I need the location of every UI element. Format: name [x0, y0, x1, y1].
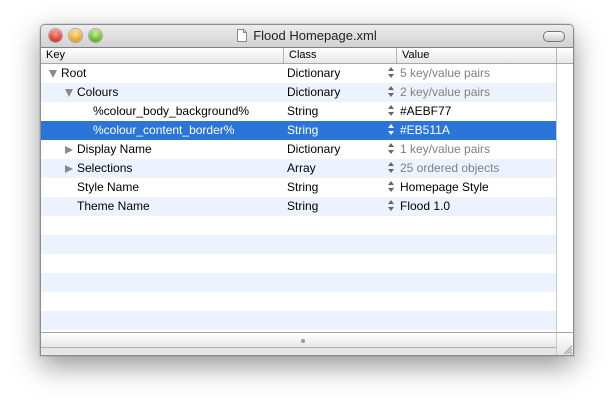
value-cell[interactable]: 1 key/value pairs	[400, 140, 552, 159]
value-cell[interactable]: 5 key/value pairs	[400, 64, 552, 83]
header-corner	[556, 48, 573, 64]
key-cell[interactable]: Colours	[41, 83, 281, 102]
empty-row	[41, 292, 556, 311]
empty-row	[41, 216, 556, 235]
disclosure-triangle-open-icon[interactable]	[65, 89, 73, 97]
class-stepper[interactable]	[387, 159, 395, 178]
table-row[interactable]: Colours Dictionary 2 key/value pairs	[41, 83, 556, 102]
empty-row	[41, 254, 556, 273]
empty-row	[41, 311, 556, 330]
vertical-scrollbar[interactable]	[556, 64, 573, 332]
up-down-arrows-icon	[387, 200, 395, 213]
empty-row	[41, 273, 556, 292]
plist-editor-window: Flood Homepage.xml Key Class Value Root D…	[40, 24, 574, 356]
key-label: Display Name	[77, 142, 152, 156]
class-stepper[interactable]	[387, 140, 395, 159]
class-cell[interactable]: Array	[287, 159, 383, 178]
disclosure-triangle-closed-icon[interactable]	[65, 146, 73, 154]
class-cell[interactable]: String	[287, 121, 383, 140]
class-stepper[interactable]	[387, 197, 395, 216]
key-cell[interactable]: Display Name	[41, 140, 281, 159]
key-cell[interactable]: %colour_content_border%	[41, 121, 281, 140]
column-header-value[interactable]: Value	[396, 48, 562, 63]
key-label: %colour_body_background%	[93, 104, 250, 118]
key-cell[interactable]: Style Name	[41, 178, 281, 197]
class-cell[interactable]: Dictionary	[287, 140, 383, 159]
value-cell[interactable]: #EB511A	[400, 121, 552, 140]
class-stepper[interactable]	[387, 83, 395, 102]
window-title: Flood Homepage.xml	[41, 25, 573, 47]
table-row[interactable]: Theme Name String Flood 1.0	[41, 197, 556, 216]
toolbar-toggle-button[interactable]	[543, 31, 565, 42]
horizontal-scrollbar[interactable]	[41, 332, 556, 348]
table-row[interactable]: Selections Array 25 ordered objects	[41, 159, 556, 178]
table-row[interactable]: Root Dictionary 5 key/value pairs	[41, 64, 556, 83]
up-down-arrows-icon	[387, 86, 395, 99]
key-label: %colour_content_border%	[93, 123, 235, 137]
table-row[interactable]: Style Name String Homepage Style	[41, 178, 556, 197]
class-cell[interactable]: Dictionary	[287, 64, 383, 83]
up-down-arrows-icon	[387, 181, 395, 194]
column-header-class[interactable]: Class	[283, 48, 399, 63]
document-icon	[237, 29, 248, 42]
table-row[interactable]: Display Name Dictionary 1 key/value pairs	[41, 140, 556, 159]
class-cell[interactable]: String	[287, 178, 383, 197]
value-cell[interactable]: 2 key/value pairs	[400, 83, 552, 102]
value-cell[interactable]: #AEBF77	[400, 102, 552, 121]
up-down-arrows-icon	[387, 124, 395, 137]
title-bar[interactable]: Flood Homepage.xml	[41, 25, 573, 48]
empty-row	[41, 235, 556, 254]
key-cell[interactable]: Selections	[41, 159, 281, 178]
up-down-arrows-icon	[387, 143, 395, 156]
class-cell[interactable]: String	[287, 197, 383, 216]
class-stepper[interactable]	[387, 178, 395, 197]
up-down-arrows-icon	[387, 162, 395, 175]
column-header-key[interactable]: Key	[41, 48, 284, 63]
value-cell[interactable]: 25 ordered objects	[400, 159, 552, 178]
class-cell[interactable]: Dictionary	[287, 83, 383, 102]
class-stepper[interactable]	[387, 64, 395, 83]
disclosure-triangle-open-icon[interactable]	[49, 70, 57, 78]
outline-view: Root Dictionary 5 key/value pairs Colours Di…	[41, 64, 556, 332]
key-cell[interactable]: Root	[41, 64, 281, 83]
key-label: Theme Name	[77, 199, 150, 213]
disclosure-triangle-closed-icon[interactable]	[65, 165, 73, 173]
key-label: Style Name	[77, 180, 140, 194]
class-cell[interactable]: String	[287, 102, 383, 121]
key-cell[interactable]: Theme Name	[41, 197, 281, 216]
window-bottom-bar	[41, 347, 556, 355]
up-down-arrows-icon	[387, 105, 395, 118]
key-cell[interactable]: %colour_body_background%	[41, 102, 281, 121]
value-cell[interactable]: Homepage Style	[400, 178, 552, 197]
key-label: Selections	[77, 161, 133, 175]
key-label: Colours	[77, 85, 119, 99]
resize-grip-icon	[563, 345, 573, 355]
resize-handle[interactable]	[556, 332, 573, 355]
value-cell[interactable]: Flood 1.0	[400, 197, 552, 216]
class-stepper[interactable]	[387, 102, 395, 121]
table-row-selected[interactable]: %colour_content_border% String #EB511A	[41, 121, 556, 140]
key-label: Root	[61, 66, 87, 80]
class-stepper[interactable]	[387, 121, 395, 140]
up-down-arrows-icon	[387, 67, 395, 80]
scroll-grip-icon	[301, 339, 305, 343]
window-title-text: Flood Homepage.xml	[253, 28, 377, 43]
column-header: Key Class Value	[41, 48, 556, 64]
table-row[interactable]: %colour_body_background% String #AEBF77	[41, 102, 556, 121]
